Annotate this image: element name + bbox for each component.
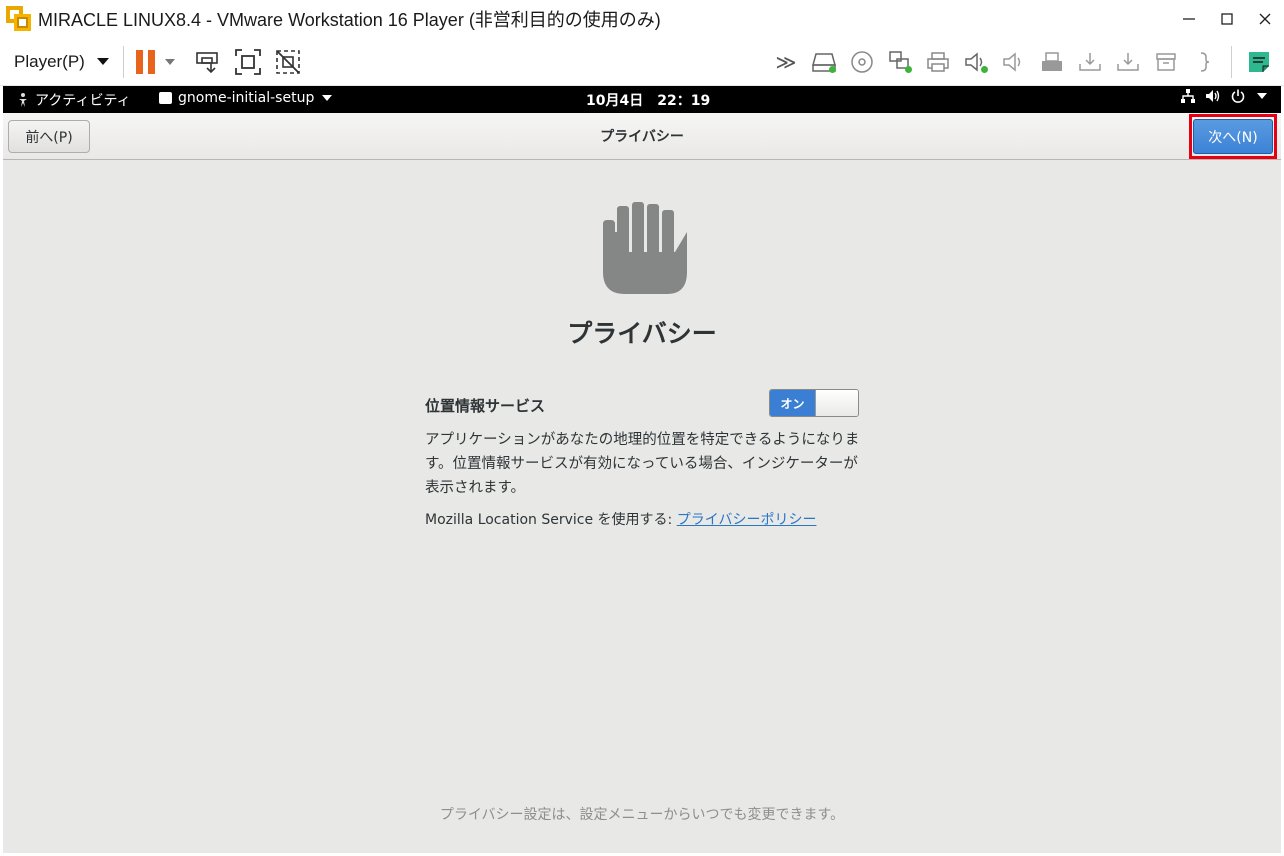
network-adapter-icon[interactable] [883,45,917,79]
switch-on-label: オン [770,390,815,416]
window-titlebar: MIRACLE LINUX8.4 - VMware Workstation 16… [0,0,1284,38]
power-icon [1231,89,1245,103]
privacy-policy-link[interactable]: プライバシーポリシー [677,512,817,528]
printer-icon[interactable] [921,45,955,79]
app-icon [159,92,172,104]
player-menu-label: Player(P) [14,51,85,71]
pause-icon[interactable] [135,49,155,74]
clock[interactable]: 10月4日 22：19 [586,90,710,110]
speaker-icon[interactable] [997,45,1031,79]
device-toolbar: ≫ [767,38,1284,86]
double-chevron-right-icon: ≫ [775,50,797,74]
pause-dropdown-icon[interactable] [164,58,175,65]
usb-connect-icon[interactable] [1073,45,1107,79]
sound-card-icon[interactable] [959,45,993,79]
next-button[interactable]: 次へ(N) [1193,119,1273,154]
app-menu-label: gnome-initial-setup [178,90,315,106]
usb-connect-2-icon[interactable] [1111,45,1145,79]
privacy-hand-icon [603,202,687,294]
location-description: アプリケーションがあなたの地理的位置を特定できるようになります。位置情報サービス… [425,432,860,496]
bracket-icon[interactable] [1187,45,1221,79]
app-menu[interactable]: gnome-initial-setup [159,90,333,106]
location-services-switch[interactable]: オン [769,389,859,417]
activities-label: アクティビティ [35,93,131,109]
chevron-down-icon [322,95,333,101]
location-services-label: 位置情報サービス [425,397,546,415]
network-icon [1181,89,1195,103]
chevron-down-icon [96,58,109,65]
archive-icon[interactable] [1149,45,1183,79]
cd-dvd-icon[interactable] [845,45,879,79]
vmware-logo-icon [6,6,32,32]
minimize-icon [1183,18,1195,20]
mozilla-location-service-line: Mozilla Location Service を使用する: プライバシーポリ… [425,509,816,529]
accessibility-icon [19,93,27,107]
fullscreen-icon[interactable] [231,45,265,79]
send-ctrl-alt-del-icon[interactable] [191,45,225,79]
page-heading: プライバシー [567,319,717,348]
activities-button[interactable]: アクティビティ [17,90,131,110]
system-tray[interactable] [1181,89,1267,103]
minimize-button[interactable] [1170,0,1208,38]
message-log-icon[interactable] [1242,45,1276,79]
maximize-icon [1221,13,1233,25]
hard-disk-icon[interactable] [807,45,841,79]
toolbar-divider [122,45,124,78]
more-devices-button[interactable]: ≫ [769,45,803,79]
window-frame-left [0,86,3,856]
privacy-page: プライバシー 位置情報サービス オン アプリケーションがあなたの地理的位置を特定… [3,160,1281,853]
close-button[interactable] [1246,0,1284,38]
volume-icon [1206,90,1220,102]
player-toolbar: Player(P) ≫ [0,38,1284,86]
window-title: MIRACLE LINUX8.4 - VMware Workstation 16… [38,10,661,30]
player-menu-button[interactable]: Player(P) [14,42,109,82]
switch-knob[interactable] [815,390,858,416]
header-title: プライバシー [600,129,684,145]
gnome-top-bar: アクティビティ gnome-initial-setup 10月4日 22：19 [3,86,1281,113]
usb-device-icon[interactable] [1035,45,1069,79]
toolbar-divider [1231,46,1232,78]
window-controls [1170,0,1284,38]
footer-note: プライバシー設定は、設定メニューからいつでも変更できます。 [439,807,845,823]
mozilla-prefix: Mozilla Location Service を使用する: [425,512,677,528]
setup-headerbar: 前へ(P) プライバシー 次へ(N) [3,113,1281,160]
unity-mode-icon[interactable] [271,45,305,79]
chevron-down-icon [1257,93,1267,99]
close-icon [1259,13,1271,25]
maximize-button[interactable] [1208,0,1246,38]
